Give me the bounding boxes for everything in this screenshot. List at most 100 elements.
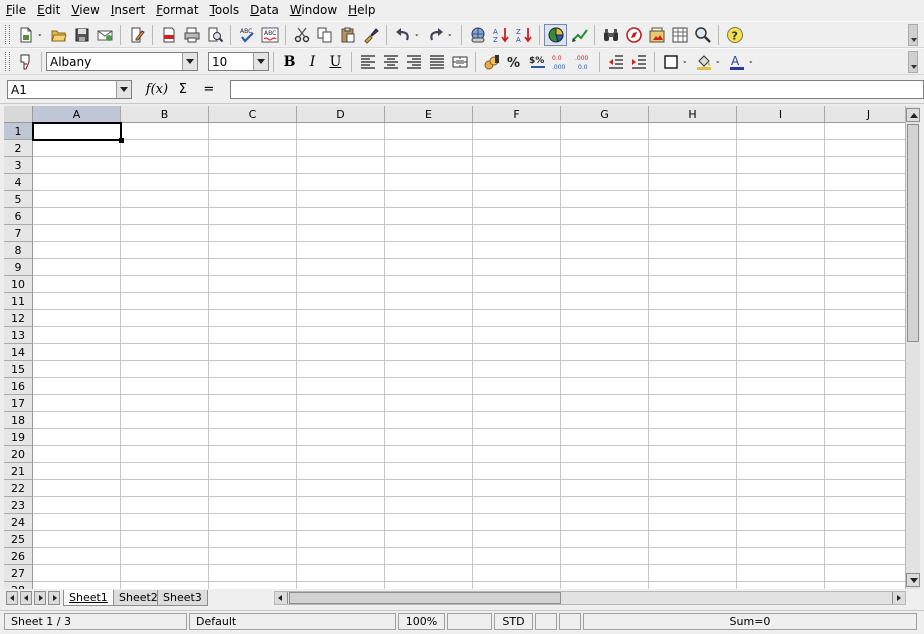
row-header[interactable]: 9 (4, 259, 33, 276)
last-sheet-icon[interactable] (48, 591, 60, 605)
dropdown-arrow-icon[interactable] (682, 51, 692, 73)
function-button[interactable]: = (196, 79, 222, 101)
currency-format-icon[interactable] (480, 51, 503, 73)
toolbar-grip[interactable] (5, 52, 10, 71)
row-header[interactable]: 5 (4, 191, 33, 208)
help-icon[interactable]: ? (723, 24, 746, 46)
export-pdf-icon[interactable] (157, 24, 180, 46)
chevron-down-icon[interactable] (116, 81, 131, 98)
toolbar-grip[interactable] (5, 25, 10, 44)
paste-icon[interactable] (336, 24, 359, 46)
sheet-tab-3[interactable]: Sheet3 (157, 590, 208, 606)
align-center-icon[interactable] (379, 51, 402, 73)
align-right-icon[interactable] (402, 51, 425, 73)
menu-data[interactable]: Data (244, 0, 284, 21)
underline-button[interactable]: U (324, 51, 347, 73)
column-header[interactable]: D (297, 106, 385, 123)
column-header[interactable]: C (209, 106, 297, 123)
menu-insert[interactable]: Insert (105, 0, 150, 21)
menu-format[interactable]: Format (150, 0, 203, 21)
column-header[interactable]: I (737, 106, 825, 123)
row-header[interactable]: 14 (4, 344, 33, 361)
autospellcheck-icon[interactable]: ABC (258, 24, 281, 46)
sort-descending-icon[interactable]: ZA (512, 24, 535, 46)
undo-icon[interactable] (391, 24, 414, 46)
row-header[interactable]: 20 (4, 446, 33, 463)
toolbar-options-button[interactable] (908, 23, 918, 46)
row-header[interactable]: 21 (4, 463, 33, 480)
status-page-style[interactable]: Default (189, 613, 396, 630)
column-header[interactable]: A (33, 106, 121, 123)
row-header[interactable]: 18 (4, 412, 33, 429)
draw-functions-icon[interactable] (567, 24, 590, 46)
copy-icon[interactable] (313, 24, 336, 46)
next-sheet-icon[interactable] (34, 591, 46, 605)
navigator-compass-icon[interactable] (622, 24, 645, 46)
column-header[interactable]: F (473, 106, 561, 123)
styles-formatting-icon[interactable] (14, 51, 37, 73)
decrease-indent-icon[interactable] (604, 51, 627, 73)
save-icon[interactable] (70, 24, 93, 46)
background-color-bucket-icon[interactable] (692, 51, 715, 73)
column-header[interactable]: B (121, 106, 209, 123)
dropdown-arrow-icon[interactable] (447, 24, 457, 46)
sheet-tab-1[interactable]: Sheet1 (63, 590, 114, 606)
row-header[interactable]: 25 (4, 531, 33, 548)
row-header[interactable]: 12 (4, 310, 33, 327)
email-document-icon[interactable] (93, 24, 116, 46)
menu-file[interactable]: File (0, 0, 31, 21)
dropdown-arrow-icon[interactable] (414, 24, 424, 46)
font-name-combo[interactable]: Albany (46, 52, 198, 71)
active-cell-cursor[interactable] (32, 122, 122, 141)
horizontal-scrollbar[interactable] (274, 591, 906, 605)
print-icon[interactable] (180, 24, 203, 46)
row-header[interactable]: 8 (4, 242, 33, 259)
row-header[interactable]: 28 (4, 582, 33, 589)
redo-icon[interactable] (424, 24, 447, 46)
status-selection-mode[interactable]: STD (494, 613, 533, 630)
increase-indent-icon[interactable] (627, 51, 650, 73)
chart-icon[interactable] (544, 23, 567, 46)
row-header[interactable]: 16 (4, 378, 33, 395)
row-header[interactable]: 22 (4, 480, 33, 497)
function-wizard-button[interactable]: f(x) (144, 79, 170, 101)
new-document-icon[interactable] (14, 24, 37, 46)
row-header[interactable]: 15 (4, 361, 33, 378)
align-left-icon[interactable] (356, 51, 379, 73)
menu-window[interactable]: Window (284, 0, 342, 21)
toolbar-options-button[interactable] (908, 50, 918, 73)
menu-help[interactable]: Help (342, 0, 380, 21)
cell-grid[interactable] (33, 123, 905, 589)
scroll-left-icon[interactable] (275, 592, 288, 604)
first-sheet-icon[interactable] (6, 591, 18, 605)
hyperlink-icon[interactable] (466, 24, 489, 46)
column-header[interactable]: H (649, 106, 737, 123)
italic-button[interactable]: I (301, 51, 324, 73)
chevron-down-icon[interactable] (182, 53, 197, 70)
fill-handle[interactable] (119, 138, 124, 143)
formula-input[interactable] (229, 80, 924, 99)
status-signature[interactable] (559, 613, 581, 630)
spellcheck-icon[interactable]: ABC (235, 24, 258, 46)
dropdown-arrow-icon[interactable] (715, 51, 725, 73)
row-header[interactable]: 13 (4, 327, 33, 344)
menu-tools[interactable]: Tools (204, 0, 245, 21)
status-zoom[interactable]: 100% (398, 613, 445, 630)
row-header[interactable]: 23 (4, 497, 33, 514)
status-insert-mode[interactable] (447, 613, 492, 630)
vertical-scroll-thumb[interactable] (907, 124, 919, 342)
add-decimal-icon[interactable]: 0.0 .000 (549, 51, 572, 73)
row-header[interactable]: 10 (4, 276, 33, 293)
font-size-combo[interactable]: 10 (208, 52, 269, 71)
row-header[interactable]: 4 (4, 174, 33, 191)
sum-button[interactable]: Σ (170, 79, 196, 101)
row-header[interactable]: 2 (4, 140, 33, 157)
row-header[interactable]: 6 (4, 208, 33, 225)
column-header[interactable]: E (385, 106, 473, 123)
menu-view[interactable]: View (65, 0, 104, 21)
align-justify-icon[interactable] (425, 51, 448, 73)
zoom-magnifier-icon[interactable] (691, 24, 714, 46)
bold-button[interactable]: B (278, 51, 301, 73)
spreadsheet-grid[interactable]: ABCDEFGHIJ 1 2 3 4 5 6 7 8 9 10 11 12 13 14 15 16 17 18 19… (4, 106, 905, 589)
cut-icon[interactable] (290, 24, 313, 46)
